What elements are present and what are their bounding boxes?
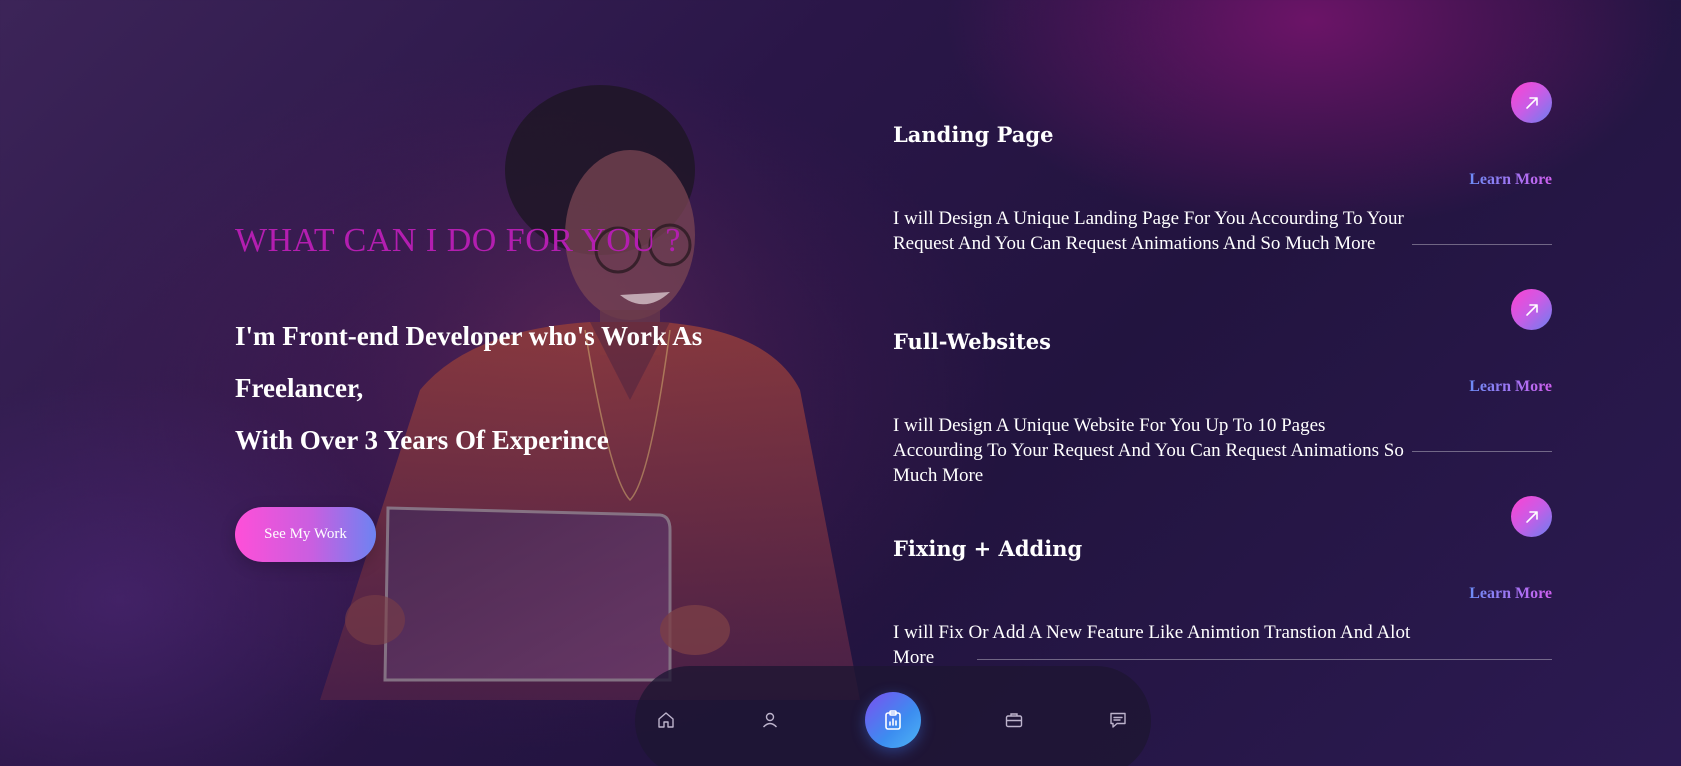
learn-more-link[interactable]: Learn More	[1469, 585, 1552, 603]
nav-about[interactable]	[756, 706, 784, 734]
briefcase-icon	[1005, 713, 1023, 728]
arrow-up-right-icon[interactable]	[1511, 82, 1552, 123]
learn-more-link[interactable]: Learn More	[1469, 378, 1552, 396]
service-description: I will Design A Unique Landing Page For …	[893, 208, 1404, 254]
arrow-up-right-icon[interactable]	[1511, 496, 1552, 537]
service-card-full-websites: Full-Websites Learn More I will Design A…	[893, 289, 1552, 494]
service-title: Fixing + Adding	[893, 536, 1083, 561]
message-icon	[1110, 712, 1126, 728]
bottom-nav	[635, 666, 1151, 766]
intro-text: I'm Front-end Developer who's Work As Fr…	[235, 310, 795, 466]
divider	[1412, 451, 1552, 452]
learn-more-link[interactable]: Learn More	[1469, 171, 1552, 189]
intro-line: With Over 3 Years Of Experince	[235, 425, 609, 455]
see-my-work-button[interactable]: See My Work	[235, 507, 376, 562]
nav-contact[interactable]	[1104, 706, 1132, 734]
home-icon	[658, 712, 674, 728]
service-description: I will Design A Unique Website For You U…	[893, 415, 1404, 486]
section-heading: WHAT CAN I DO FOR YOU ?	[235, 222, 681, 259]
divider	[977, 659, 1552, 660]
user-icon	[762, 712, 778, 728]
intro-line: I'm Front-end Developer who's Work As	[235, 321, 703, 351]
nav-services[interactable]	[865, 692, 921, 748]
nav-home[interactable]	[652, 706, 680, 734]
nav-portfolio[interactable]	[1000, 706, 1028, 734]
service-card-landing-page: Landing Page Learn More I will Design A …	[893, 82, 1552, 287]
service-title: Landing Page	[893, 122, 1054, 147]
arrow-up-right-icon[interactable]	[1511, 289, 1552, 330]
intro-line: Freelancer,	[235, 373, 364, 403]
service-title: Full-Websites	[893, 329, 1051, 354]
clipboard-chart-icon	[885, 710, 901, 730]
divider	[1412, 244, 1552, 245]
service-description: I will Fix Or Add A New Feature Like Ani…	[893, 622, 1411, 668]
